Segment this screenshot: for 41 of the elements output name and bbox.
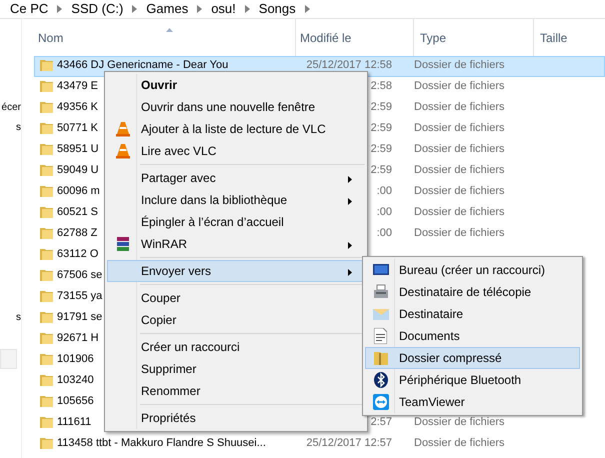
file-type: Dossier de fichiers: [414, 58, 504, 73]
file-name: 50771 K: [57, 120, 98, 136]
file-name: 101906: [57, 352, 94, 367]
modified-date: 2:59: [370, 120, 392, 136]
modified-date: 2:57: [370, 414, 392, 430]
file-type: Dossier de fichiers: [414, 204, 504, 220]
file-name: 91791 se: [57, 310, 102, 325]
file-name: 103240: [57, 372, 94, 388]
modified-date: 25/12/2017 12:58: [306, 58, 392, 73]
modified-date: 2:59: [370, 100, 392, 115]
file-type: Dossier de fichiers: [414, 142, 504, 157]
modified-date: 2:59: [370, 142, 392, 157]
file-type: Dossier de fichiers: [414, 436, 504, 451]
file-name: 73155 ya: [57, 288, 102, 304]
file-name: 49356 K: [57, 100, 98, 115]
modified-date: :00: [376, 184, 392, 199]
modified-date: 25/12/2017 12:57: [306, 436, 392, 451]
file-name: 67506 se: [57, 268, 102, 283]
file-type: Dossier de fichiers: [414, 78, 504, 94]
modified-date: 2:58: [370, 78, 392, 94]
file-name: 60521 S: [57, 204, 98, 220]
file-type: Dossier de fichiers: [414, 100, 504, 115]
file-name: 43479 E: [57, 78, 98, 94]
file-name: 43466 DJ Genericname - Dear You: [57, 58, 228, 73]
modified-date: 2:59: [370, 162, 392, 178]
file-name: 58951 U: [57, 142, 99, 157]
file-type: Dossier de fichiers: [414, 184, 504, 199]
file-type: Dossier de fichiers: [414, 226, 504, 241]
file-type: Dossier de fichiers: [414, 414, 504, 430]
file-type: Dossier de fichiers: [414, 162, 504, 178]
modified-date: :00: [376, 226, 392, 241]
modified-date: :00: [376, 204, 392, 220]
file-name: 111611: [57, 414, 92, 430]
file-name: 59049 U: [57, 162, 99, 178]
file-name: 92671 H: [57, 330, 99, 346]
file-name: 62788 Z: [57, 226, 98, 241]
file-name: 113458 ttbt - Makkuro Flandre S Shuusei...: [57, 436, 266, 451]
file-type: Dossier de fichiers: [414, 120, 504, 136]
file-name: 63112 O: [57, 246, 98, 262]
file-name: 60096 m: [57, 184, 100, 199]
file-name: 105656: [57, 394, 94, 409]
